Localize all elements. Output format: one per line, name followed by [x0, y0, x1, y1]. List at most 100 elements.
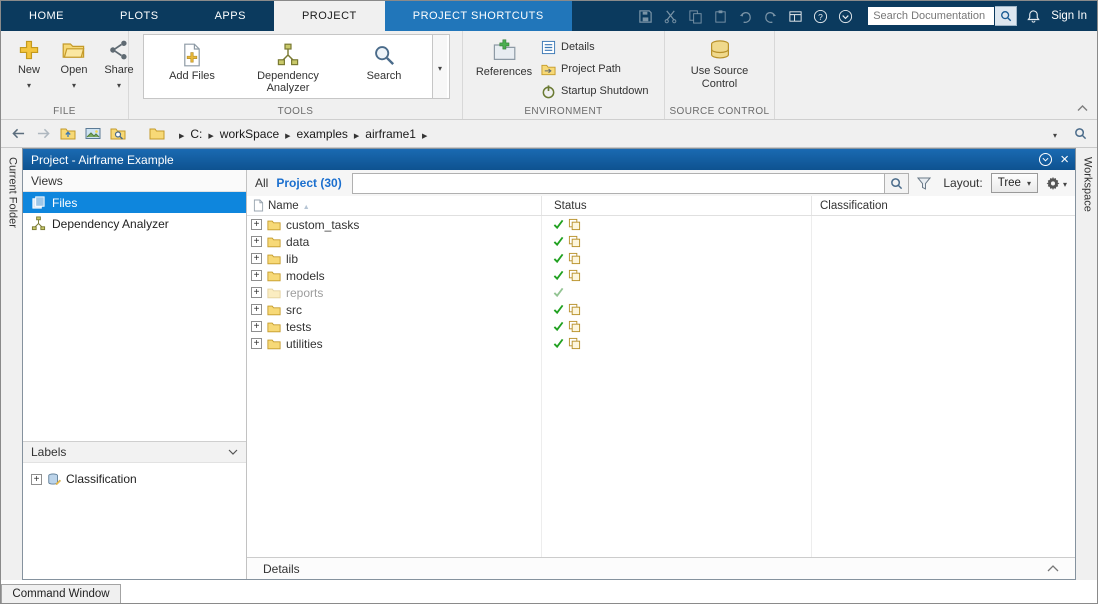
workspace-tab[interactable]: Workspace — [1076, 148, 1097, 580]
details-bar[interactable]: Details — [247, 557, 1075, 579]
documentation-search-icon[interactable] — [995, 6, 1017, 26]
status-check-icon — [553, 321, 564, 332]
screenshot-icon[interactable] — [84, 125, 102, 143]
expand-icon[interactable] — [251, 219, 262, 230]
address-search-icon[interactable] — [1071, 125, 1089, 143]
help-icon[interactable]: ? — [811, 7, 829, 25]
expand-icon[interactable] — [251, 236, 262, 247]
forward-arrow-icon[interactable] — [34, 125, 52, 143]
project-files-content: All Project (30) Layout: Tree — [247, 170, 1075, 579]
breadcrumb-separator-icon[interactable] — [422, 127, 427, 141]
use-source-control-button[interactable]: Use Source Control — [665, 31, 774, 91]
startup-shutdown-button[interactable]: Startup Shutdown — [537, 82, 652, 100]
add-files-button[interactable]: Add Files — [144, 35, 240, 98]
cut-icon[interactable] — [661, 7, 679, 25]
tab-plots[interactable]: PLOTS — [92, 1, 187, 31]
labels-header[interactable]: Labels — [23, 441, 246, 463]
collapse-toolstrip-icon[interactable] — [1074, 102, 1090, 114]
panel-actions-icon[interactable] — [1039, 153, 1052, 166]
save-icon[interactable] — [636, 7, 654, 25]
command-window-tab[interactable]: Command Window — [1, 584, 121, 603]
undo-icon[interactable] — [736, 7, 754, 25]
table-row-data[interactable]: data — [247, 233, 1075, 250]
tools-gallery-dropdown-button[interactable] — [432, 35, 447, 98]
back-arrow-icon[interactable] — [9, 125, 27, 143]
project-filter-input[interactable] — [352, 173, 886, 194]
current-folder-tab[interactable]: Current Folder — [1, 148, 22, 580]
close-icon[interactable] — [1060, 153, 1069, 167]
filter-search-icon[interactable] — [885, 173, 909, 194]
sign-in-link[interactable]: Sign In — [1051, 10, 1087, 22]
tab-project[interactable]: PROJECT — [274, 1, 385, 31]
folder-icon — [267, 338, 281, 350]
filter-all[interactable]: All — [255, 176, 268, 190]
breadcrumb-segment-drive[interactable]: C: — [190, 127, 202, 141]
sidebar-item-dependency-analyzer[interactable]: Dependency Analyzer — [23, 213, 246, 234]
search-button[interactable]: Search — [336, 35, 432, 98]
table-row-lib[interactable]: lib — [247, 250, 1075, 267]
tab-project-shortcuts[interactable]: PROJECT SHORTCUTS — [385, 1, 572, 31]
breadcrumb-separator-icon[interactable] — [208, 127, 213, 141]
tab-apps[interactable]: APPS — [187, 1, 274, 31]
copy-icon[interactable] — [686, 7, 704, 25]
references-button[interactable]: References — [471, 33, 537, 100]
label-item-classification[interactable]: Classification — [23, 469, 246, 489]
paste-icon[interactable] — [711, 7, 729, 25]
expand-icon[interactable] — [251, 270, 262, 281]
source-control-icon — [708, 36, 732, 63]
file-name: lib — [286, 252, 298, 266]
details-button[interactable]: Details — [537, 38, 652, 56]
expand-icon[interactable] — [251, 253, 262, 264]
folder-icon — [267, 270, 281, 282]
chevron-down-icon — [1027, 177, 1031, 189]
tab-home[interactable]: HOME — [1, 1, 92, 31]
table-row-src[interactable]: src — [247, 301, 1075, 318]
chevron-down-icon[interactable] — [228, 449, 238, 455]
current-folder-tab-label: Current Folder — [5, 157, 19, 228]
chevron-up-icon[interactable] — [1047, 565, 1059, 572]
environment-section: References Details Project Path — [463, 31, 665, 119]
view-options-button[interactable] — [1046, 176, 1067, 190]
open-button[interactable]: Open — [56, 31, 92, 91]
table-row-models[interactable]: models — [247, 267, 1075, 284]
table-row-reports[interactable]: reports — [247, 284, 1075, 301]
breadcrumb-segment-airframe1[interactable]: airframe1 — [365, 127, 416, 141]
breadcrumb-separator-icon[interactable] — [354, 127, 359, 141]
table-row-custom-tasks[interactable]: custom_tasks — [247, 216, 1075, 233]
breadcrumb-separator-icon — [179, 127, 184, 141]
dependency-analyzer-button[interactable]: Dependency Analyzer — [240, 35, 336, 98]
project-path-button[interactable]: Project Path — [537, 60, 652, 78]
breadcrumb-segment-workspace[interactable]: workSpace — [220, 127, 279, 141]
project-panel-titlebar[interactable]: Project - Airframe Example — [23, 149, 1075, 170]
resources-chevron-icon[interactable] — [836, 7, 854, 25]
references-label: References — [476, 66, 532, 78]
expand-icon[interactable] — [251, 304, 262, 315]
desktop-layout-icon[interactable] — [786, 7, 804, 25]
redo-icon[interactable] — [761, 7, 779, 25]
column-header-status[interactable]: Status — [541, 196, 811, 215]
breadcrumb-separator-icon[interactable] — [285, 127, 290, 141]
new-button[interactable]: New — [11, 31, 47, 91]
layout-dropdown[interactable]: Tree — [991, 173, 1038, 193]
filter-project[interactable]: Project (30) — [276, 176, 341, 190]
chevron-down-icon — [72, 77, 76, 91]
sidebar-item-files[interactable]: Files — [23, 192, 246, 213]
table-row-utilities[interactable]: utilities — [247, 335, 1075, 352]
column-header-status-label: Status — [554, 200, 587, 212]
up-one-level-icon[interactable] — [59, 125, 77, 143]
filter-funnel-icon[interactable] — [917, 177, 931, 190]
expand-icon[interactable] — [251, 287, 262, 298]
address-history-dropdown-icon[interactable] — [1046, 125, 1064, 143]
documentation-search-input[interactable] — [867, 6, 995, 26]
expand-icon[interactable] — [251, 321, 262, 332]
sidebar-item-files-label: Files — [52, 196, 77, 210]
file-name: tests — [286, 320, 311, 334]
expand-icon[interactable] — [31, 474, 42, 485]
expand-icon[interactable] — [251, 338, 262, 349]
table-row-tests[interactable]: tests — [247, 318, 1075, 335]
column-header-name[interactable]: Name — [247, 196, 541, 215]
notifications-bell-icon[interactable] — [1024, 7, 1042, 25]
breadcrumb-segment-examples[interactable]: examples — [297, 127, 348, 141]
column-header-classification[interactable]: Classification — [811, 196, 1075, 215]
find-files-icon[interactable] — [109, 125, 127, 143]
